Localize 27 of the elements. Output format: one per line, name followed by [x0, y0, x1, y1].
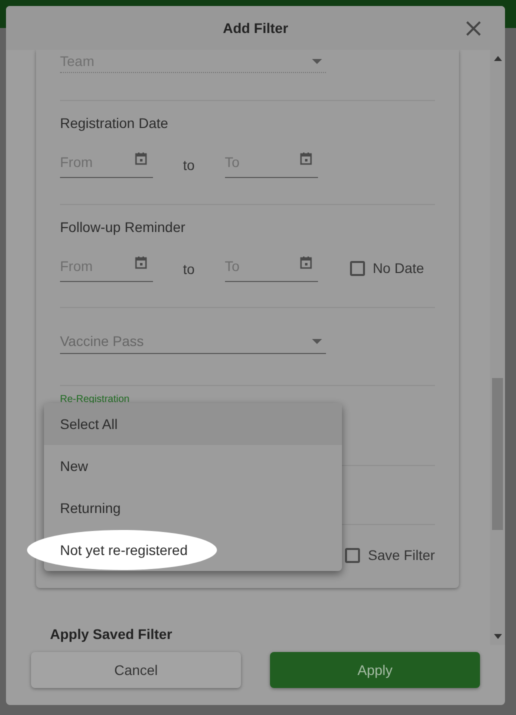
checkbox[interactable]: [345, 548, 360, 563]
section-label: Follow-up Reminder: [60, 218, 186, 237]
scrollbar-thumb[interactable]: [492, 378, 503, 530]
scroll-down-icon[interactable]: [494, 634, 502, 639]
range-separator: to: [183, 156, 195, 175]
section-heading: Apply Saved Filter: [50, 625, 174, 644]
scrollbar[interactable]: [490, 50, 505, 645]
scroll-up-icon[interactable]: [494, 56, 502, 61]
section-label: Registration Date: [60, 114, 170, 133]
caret-icon: [312, 339, 322, 344]
menu-item[interactable]: Select All: [44, 403, 342, 445]
menu-item[interactable]: New: [44, 445, 342, 487]
calendar-icon[interactable]: [300, 152, 312, 165]
apply-button[interactable]: Apply: [270, 652, 480, 688]
cancel-button[interactable]: Cancel: [31, 652, 241, 688]
dialog-title: Add Filter: [222, 18, 288, 38]
checkbox-label: No Date: [372, 259, 424, 278]
menu-item[interactable]: Returning: [44, 487, 342, 529]
close-icon[interactable]: [466, 21, 481, 36]
calendar-icon[interactable]: [135, 256, 147, 269]
calendar-icon[interactable]: [300, 256, 312, 269]
menu-item[interactable]: Not yet re-registered: [44, 529, 342, 571]
checkbox-label: Save Filter: [368, 546, 435, 565]
range-separator: to: [183, 260, 195, 279]
caret-icon: [312, 58, 322, 64]
calendar-icon[interactable]: [135, 152, 147, 165]
checkbox[interactable]: [350, 261, 365, 276]
